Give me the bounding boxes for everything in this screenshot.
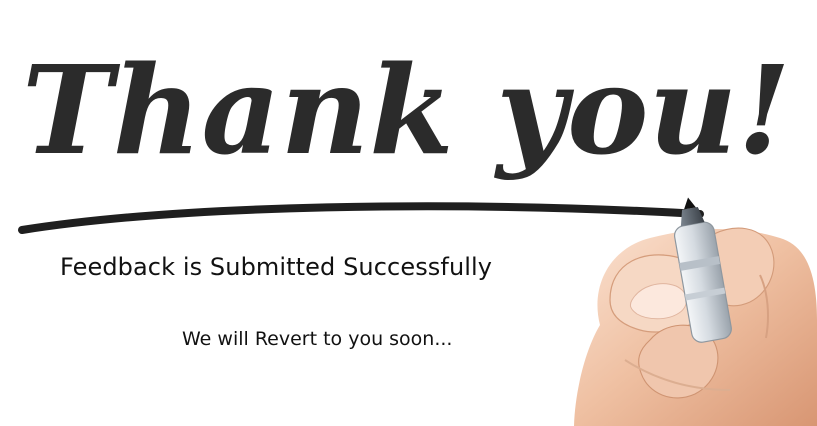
thank-you-page: Thank you! Feedback is Submitted Success… <box>0 0 817 426</box>
follow-up-message: We will Revert to you soon... <box>182 328 453 350</box>
submission-success-message: Feedback is Submitted Successfully <box>60 253 493 281</box>
thank-you-headline: Thank you! <box>22 38 791 182</box>
headline-text: Thank you! <box>22 38 791 182</box>
